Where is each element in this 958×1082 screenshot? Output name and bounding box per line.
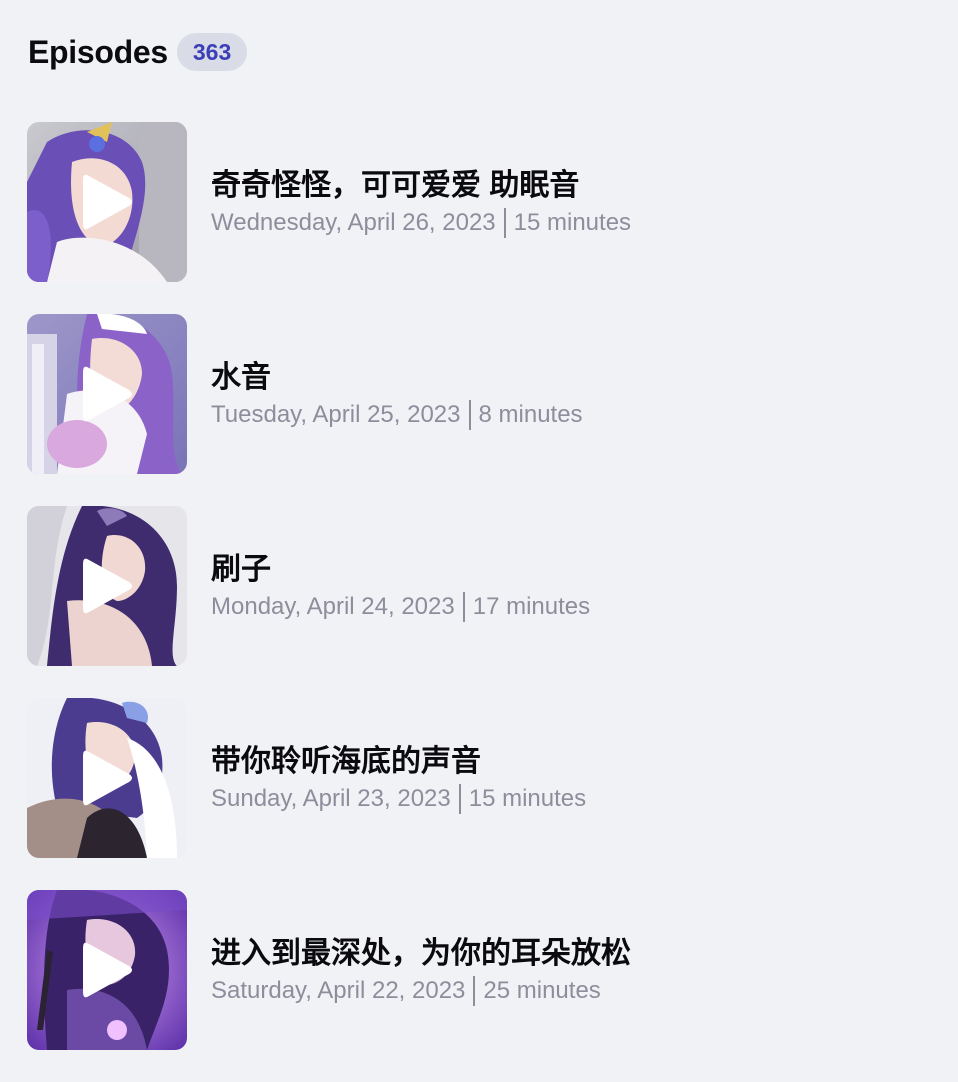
episode-title[interactable]: 奇奇怪怪，可可爱爱 助眠音	[211, 167, 631, 205]
divider	[462, 591, 465, 622]
episode-date: Saturday, April 22, 2023	[211, 976, 466, 1004]
episode-thumbnail[interactable]	[27, 506, 187, 666]
play-icon	[83, 942, 132, 998]
episode-date: Wednesday, April 26, 2023	[211, 208, 496, 236]
page-title: Episodes	[28, 33, 168, 70]
episode-subtitle: Monday, April 24, 2023 17 minutes	[211, 591, 591, 622]
episode-meta: 刷子 Monday, April 24, 2023 17 minutes	[211, 551, 590, 622]
episode-subtitle: Sunday, April 23, 2023 15 minutes	[211, 783, 587, 814]
divider	[503, 207, 506, 238]
episode-title[interactable]: 进入到最深处，为你的耳朵放松	[211, 935, 631, 973]
episode-duration: 15 minutes	[513, 208, 632, 236]
episode-list: 奇奇怪怪，可可爱爱 助眠音 Wednesday, April 26, 2023 …	[27, 122, 927, 1082]
episode-thumbnail[interactable]	[27, 314, 187, 474]
episode-title[interactable]: 带你聆听海底的声音	[211, 743, 586, 781]
episode-duration: 8 minutes	[478, 400, 583, 428]
episode-item[interactable]: 奇奇怪怪，可可爱爱 助眠音 Wednesday, April 26, 2023 …	[27, 122, 927, 282]
play-icon	[83, 366, 132, 422]
episode-title[interactable]: 水音	[211, 359, 583, 397]
play-icon	[83, 174, 132, 230]
episode-meta: 进入到最深处，为你的耳朵放松 Saturday, April 22, 2023 …	[211, 935, 631, 1006]
episode-date: Sunday, April 23, 2023	[211, 784, 451, 812]
episode-thumbnail[interactable]	[27, 890, 187, 1050]
episode-item[interactable]: 水音 Tuesday, April 25, 2023 8 minutes	[27, 314, 927, 474]
episode-duration: 25 minutes	[483, 976, 601, 1004]
play-icon	[83, 558, 132, 614]
episode-meta: 带你聆听海底的声音 Sunday, April 23, 2023 15 minu…	[211, 743, 586, 814]
episode-duration: 17 minutes	[472, 592, 591, 620]
divider	[458, 783, 461, 814]
episode-subtitle: Tuesday, April 25, 2023 8 minutes	[211, 399, 583, 430]
episode-thumbnail[interactable]	[27, 698, 187, 858]
episode-item[interactable]: 进入到最深处，为你的耳朵放松 Saturday, April 22, 2023 …	[27, 890, 927, 1050]
episode-title[interactable]: 刷子	[211, 551, 590, 589]
episode-date: Tuesday, April 25, 2023	[211, 400, 461, 428]
episode-date: Monday, April 24, 2023	[211, 592, 455, 620]
divider	[473, 975, 476, 1006]
episode-item[interactable]: 刷子 Monday, April 24, 2023 17 minutes	[27, 506, 927, 666]
episode-meta: 水音 Tuesday, April 25, 2023 8 minutes	[211, 359, 583, 430]
episode-meta: 奇奇怪怪，可可爱爱 助眠音 Wednesday, April 26, 2023 …	[211, 167, 631, 238]
episode-count-badge: 363	[176, 33, 248, 71]
episode-duration: 15 minutes	[468, 784, 587, 812]
play-icon	[83, 750, 132, 806]
episode-subtitle: Wednesday, April 26, 2023 15 minutes	[211, 207, 632, 238]
episode-thumbnail[interactable]	[27, 122, 187, 282]
episode-subtitle: Saturday, April 22, 2023 25 minutes	[211, 975, 631, 1006]
episodes-header: Episodes 363	[28, 32, 248, 72]
episode-item[interactable]: 带你聆听海底的声音 Sunday, April 23, 2023 15 minu…	[27, 698, 927, 858]
divider	[468, 399, 471, 430]
